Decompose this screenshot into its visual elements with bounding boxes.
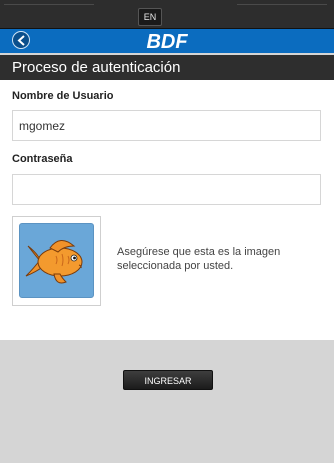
bdf-logo: BDF <box>146 31 188 52</box>
submit-button[interactable]: INGRESAR <box>123 370 213 390</box>
username-label: Nombre de Usuario <box>12 90 114 102</box>
page-title: Proceso de autenticación <box>12 59 181 76</box>
username-field[interactable]: mgomez <box>12 110 321 141</box>
svg-text:BDF: BDF <box>146 31 188 52</box>
chevron-left-icon <box>17 35 25 46</box>
security-image <box>19 223 94 298</box>
security-image-note: Asegúrese que esta es la imagen seleccio… <box>117 246 281 272</box>
goldfish-icon <box>25 240 83 284</box>
language-toggle[interactable]: EN <box>138 8 162 26</box>
password-label: Contraseña <box>12 153 73 165</box>
password-field[interactable] <box>12 174 321 205</box>
divider <box>237 4 327 5</box>
security-image-frame <box>12 216 101 306</box>
divider <box>4 4 94 5</box>
back-button[interactable] <box>12 31 30 49</box>
login-form: Nombre de Usuario mgomez Contraseña Aseg… <box>0 80 334 340</box>
page-header: Proceso de autenticación <box>0 55 334 80</box>
brand-bar: BDF <box>0 29 334 53</box>
top-status-bar: EN <box>0 0 334 29</box>
